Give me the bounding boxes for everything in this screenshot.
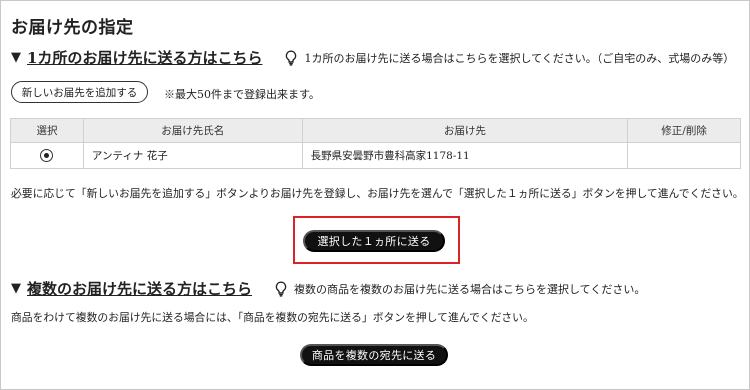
table-header-row: 選択 お届け先氏名 お届け先 修正/削除: [10, 118, 741, 143]
column-header-address: お届け先: [301, 118, 629, 143]
triangle-down-icon: ▼: [11, 281, 21, 296]
multiple-destination-link[interactable]: 複数のお届け先に送る方はこちら: [27, 278, 252, 299]
column-header-select: 選択: [10, 118, 84, 143]
column-header-edit-delete: 修正/削除: [627, 118, 741, 143]
multiple-instruction: 商品をわけて複数のお届け先に送る場合には、「商品を複数の宛先に送る」ボタンを押し…: [11, 311, 534, 324]
send-to-selected-button[interactable]: 選択した１ヵ所に送る: [303, 230, 445, 252]
max-entries-note: ※最大50件まで登録出来ます。: [164, 88, 320, 101]
address-radio-selected[interactable]: [40, 149, 54, 162]
single-destination-link[interactable]: 1カ所のお届け先に送る方はこちら: [27, 47, 262, 68]
page-frame: お届け先の指定 ▼ 1カ所のお届け先に送る方はこちら 1カ所のお届け先に送る場合…: [0, 0, 750, 390]
multiple-destination-hint: 複数の商品を複数のお届け先に送る場合はこちらを選択してください。: [294, 282, 646, 296]
lightbulb-pin-icon: [284, 49, 298, 66]
triangle-down-icon: ▼: [11, 50, 21, 65]
multiple-destination-header: ▼ 複数のお届け先に送る方はこちら 複数の商品を複数のお届け先に送る場合はこちら…: [11, 278, 645, 299]
send-to-multiple-button[interactable]: 商品を複数の宛先に送る: [300, 344, 448, 366]
select-cell: [10, 142, 84, 169]
single-destination-hint: 1カ所のお届け先に送る場合はこちらを選択してください。（ご自宅のみ、式場のみ等）: [304, 51, 735, 65]
address-table: 選択 お届け先氏名 お届け先 修正/削除 アンティナ 花子 長野県安曇野市豊科高…: [10, 118, 741, 169]
column-header-name: お届け先氏名: [82, 118, 303, 143]
add-new-address-button[interactable]: 新しいお届先を追加する: [11, 81, 148, 103]
recipient-name: アンティナ 花子: [82, 142, 303, 169]
table-row: アンティナ 花子 長野県安曇野市豊科高家1178-11: [10, 142, 741, 169]
recipient-address: 長野県安曇野市豊科高家1178-11: [301, 142, 629, 169]
lightbulb-pin-icon: [274, 280, 288, 297]
single-instruction: 必要に応じて「新しいお届先を追加する」ボタンよりお届け先を登録し、お届け先を選ん…: [11, 187, 744, 200]
page-title: お届け先の指定: [11, 18, 134, 38]
edit-delete-cell: [627, 142, 741, 169]
single-destination-header: ▼ 1カ所のお届け先に送る方はこちら 1カ所のお届け先に送る場合はこちらを選択し…: [11, 47, 734, 68]
